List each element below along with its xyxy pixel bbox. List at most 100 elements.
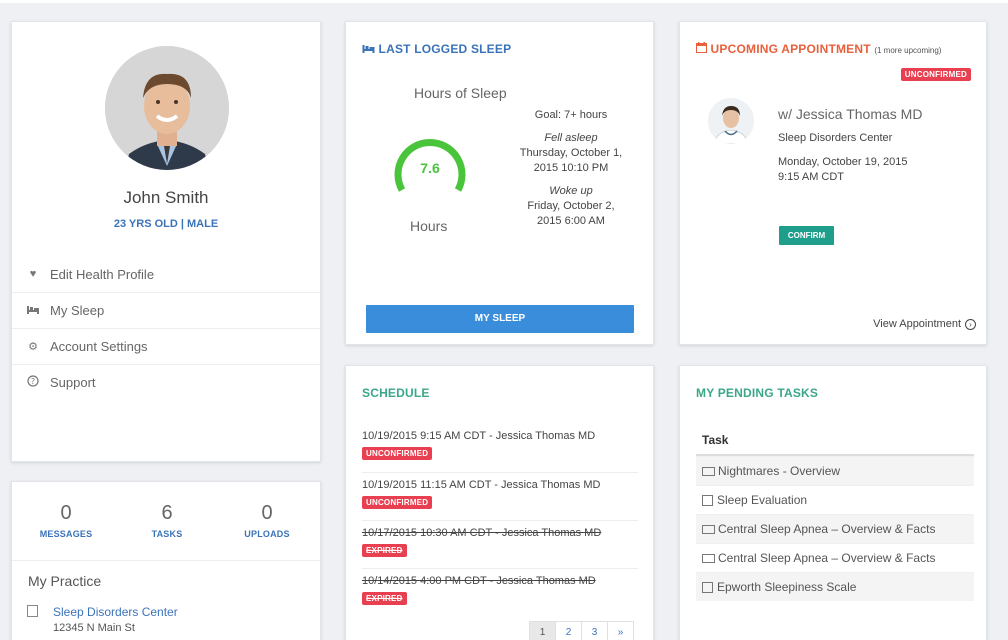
- doctor-avatar: [708, 98, 754, 144]
- page-3[interactable]: 3: [581, 621, 608, 640]
- menu-support[interactable]: ? Support: [12, 364, 320, 400]
- stat-number: 6: [161, 502, 173, 524]
- schedule-row-text: 10/14/2015 4:00 PM CDT - Jessica Thomas …: [362, 575, 596, 587]
- schedule-list: 10/19/2015 9:15 AM CDT - Jessica Thomas …: [362, 424, 638, 616]
- bed-icon: [26, 305, 40, 317]
- sleep-gauge-unit: Hours: [410, 218, 448, 234]
- task-row[interactable]: Central Sleep Apnea – Overview & Facts: [696, 543, 974, 572]
- appointment-status-badge: UNCONFIRMED: [900, 68, 971, 81]
- schedule-row[interactable]: 10/19/2015 11:15 AM CDT - Jessica Thomas…: [362, 472, 638, 520]
- stat-uploads[interactable]: 0 UPLOADS: [217, 502, 317, 539]
- fell-asleep-time: 2015 10:10 PM: [533, 162, 609, 174]
- my-sleep-button[interactable]: MY SLEEP: [366, 305, 634, 333]
- schedule-pagination: 1 2 3 »: [529, 621, 634, 640]
- task-label: Epworth Sleepiness Scale: [717, 579, 857, 594]
- tasks-card: MY PENDING TASKS Task Nightmares - Overv…: [679, 365, 987, 640]
- bed-icon: [362, 42, 379, 56]
- appointment-time: 9:15 AM CDT: [778, 171, 845, 183]
- appointment-more[interactable]: (1 more upcoming): [874, 46, 941, 55]
- woke-up-date: Friday, October 2,: [527, 200, 615, 212]
- appointment-title: UPCOMING APPOINTMENT: [710, 42, 871, 56]
- appointment-card: UPCOMING APPOINTMENT (1 more upcoming) U…: [679, 21, 987, 345]
- heart-icon: ♥: [29, 268, 37, 280]
- view-appointment-link[interactable]: View Appointment ›: [873, 318, 976, 330]
- profile-name: John Smith: [123, 188, 209, 207]
- appointment-datetime: Monday, October 19, 2015 9:15 AM CDT: [778, 155, 907, 185]
- newspaper-icon: [702, 553, 715, 563]
- arrow-circle-right-icon: ›: [965, 318, 976, 330]
- page-2[interactable]: 2: [555, 621, 582, 640]
- profile-meta: 23 YRS OLD | MALE: [113, 218, 219, 230]
- task-row[interactable]: Central Sleep Apnea – Overview & Facts: [696, 514, 974, 543]
- schedule-row[interactable]: 10/19/2015 9:15 AM CDT - Jessica Thomas …: [362, 424, 638, 472]
- schedule-card: SCHEDULE 10/19/2015 9:15 AM CDT - Jessic…: [345, 365, 654, 640]
- appointment-date: Monday, October 19, 2015: [778, 156, 908, 168]
- schedule-status-badge: UNCONFIRMED: [362, 447, 433, 460]
- woke-up-time: 2015 6:00 AM: [537, 215, 605, 227]
- menu-label: My Sleep: [50, 303, 105, 318]
- schedule-title: SCHEDULE: [362, 386, 430, 400]
- last-sleep-card: LAST LOGGED SLEEP Hours of Sleep 7.6 Hou…: [345, 21, 654, 345]
- stat-messages[interactable]: 0 MESSAGES: [16, 502, 116, 539]
- task-label: Central Sleep Apnea – Overview & Facts: [718, 521, 936, 536]
- stat-tasks[interactable]: 6 TASKS: [117, 502, 217, 539]
- schedule-row-text: 10/17/2015 10:30 AM CDT - Jessica Thomas…: [362, 527, 602, 539]
- schedule-row[interactable]: 10/17/2015 10:30 AM CDT - Jessica Thomas…: [362, 520, 638, 568]
- calendar-icon: [696, 42, 711, 56]
- divider: [12, 560, 320, 561]
- task-label: Sleep Evaluation: [717, 492, 808, 507]
- stat-number: 0: [60, 502, 72, 524]
- profile-menu: ♥ Edit Health Profile My Sleep ⚙ Account…: [12, 256, 320, 400]
- confirm-button[interactable]: CONFIRM: [779, 226, 834, 245]
- schedule-status-badge: EXPIRED: [362, 544, 407, 557]
- menu-label: Edit Health Profile: [50, 266, 155, 282]
- profile-card: John Smith 23 YRS OLD | MALE ♥ Edit Heal…: [11, 21, 321, 462]
- practice-name-link[interactable]: Sleep Disorders Center: [53, 605, 178, 619]
- task-row[interactable]: Sleep Evaluation: [696, 485, 974, 514]
- sleep-gauge-value: 7.6: [420, 160, 440, 176]
- menu-my-sleep[interactable]: My Sleep: [12, 292, 320, 328]
- schedule-status-badge: EXPIRED: [362, 592, 407, 605]
- schedule-row-text: 10/19/2015 9:15 AM CDT - Jessica Thomas …: [362, 430, 596, 442]
- edit-icon: [702, 581, 713, 593]
- menu-label: Support: [50, 375, 96, 390]
- schedule-row-text: 10/19/2015 11:15 AM CDT - Jessica Thomas…: [362, 479, 601, 491]
- stat-label: MESSAGES: [39, 529, 93, 539]
- sleep-goal: Goal: 7+ hours: [534, 109, 608, 121]
- newspaper-icon: [702, 466, 715, 476]
- profile-avatar: [105, 46, 229, 170]
- page-next[interactable]: »: [607, 621, 634, 640]
- sleep-info: Goal: 7+ hours Fell asleep Thursday, Oct…: [506, 108, 636, 229]
- schedule-row[interactable]: 10/14/2015 4:00 PM CDT - Jessica Thomas …: [362, 568, 638, 616]
- task-row[interactable]: Epworth Sleepiness Scale: [696, 572, 974, 601]
- task-label: Central Sleep Apnea – Overview & Facts: [718, 550, 936, 565]
- stat-label: TASKS: [151, 529, 183, 539]
- last-sleep-title: LAST LOGGED SLEEP: [378, 42, 512, 56]
- svg-text:?: ?: [31, 377, 35, 386]
- appointment-header: UPCOMING APPOINTMENT (1 more upcoming): [696, 42, 941, 56]
- edit-icon: [702, 494, 713, 506]
- practice-title: My Practice: [28, 573, 102, 589]
- menu-edit-health-profile[interactable]: ♥ Edit Health Profile: [12, 256, 320, 292]
- stat-label: UPLOADS: [244, 529, 290, 539]
- tasks-title: MY PENDING TASKS: [696, 386, 819, 400]
- task-label: Nightmares - Overview: [718, 463, 841, 478]
- fell-asleep-date: Thursday, October 1,: [519, 147, 623, 159]
- tasks-column-header: Task: [696, 428, 974, 456]
- schedule-status-badge: UNCONFIRMED: [362, 496, 433, 509]
- task-row[interactable]: Nightmares - Overview: [696, 456, 974, 485]
- fell-asleep-label: Fell asleep: [544, 132, 598, 144]
- view-appointment-label: View Appointment: [873, 318, 961, 330]
- newspaper-icon: [702, 524, 715, 534]
- stats-card: 0 MESSAGES 6 TASKS 0 UPLOADS My Practice…: [11, 481, 321, 640]
- menu-label: Account Settings: [50, 339, 148, 354]
- stat-number: 0: [261, 502, 273, 524]
- hours-of-sleep-title: Hours of Sleep: [414, 85, 507, 101]
- gear-icon: ⚙: [28, 341, 38, 353]
- tasks-table: Task Nightmares - Overview Sleep Evaluat…: [696, 428, 974, 601]
- last-sleep-header: LAST LOGGED SLEEP: [362, 42, 511, 56]
- page-1[interactable]: 1: [529, 621, 556, 640]
- question-circle-icon: ?: [26, 375, 40, 390]
- menu-account-settings[interactable]: ⚙ Account Settings: [12, 328, 320, 364]
- practice-address: 12345 N Main St: [53, 622, 135, 634]
